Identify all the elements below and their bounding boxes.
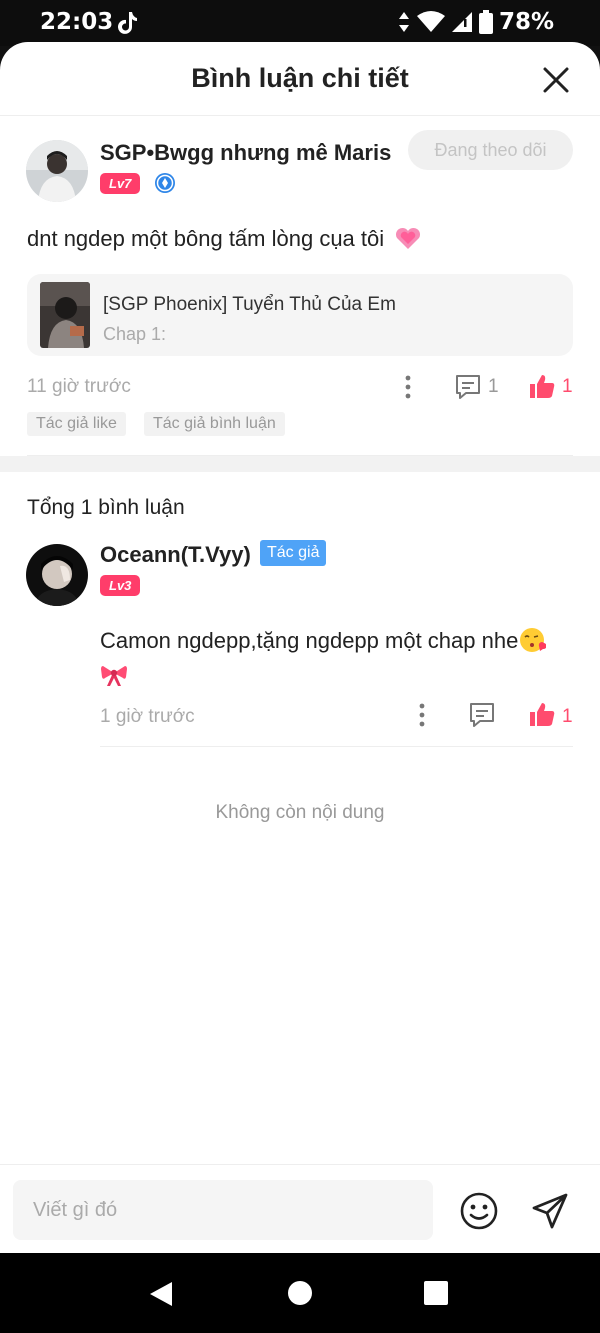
navigation-bar (0, 1253, 600, 1333)
level-badge: Lv7 (100, 173, 141, 194)
like-icon[interactable] (528, 700, 556, 728)
reply-username[interactable]: Oceann(T.Vyy) (100, 542, 251, 568)
recent-apps-icon[interactable] (424, 1281, 448, 1305)
main-comment: SGP•Bwgg nhưng mê Maris Lv7 Đang theo dõ… (0, 116, 600, 456)
comment-detail-sheet: Bình luận chi tiết SGP•Bwgg nhưng mê Mar… (0, 42, 600, 1253)
back-icon[interactable] (148, 1280, 174, 1308)
reply-text: Camon ngdepp,tặng ngdepp một chap nhe (100, 624, 580, 692)
avatar[interactable] (26, 544, 88, 606)
wifi-icon (416, 11, 445, 32)
divider (100, 746, 573, 747)
comment-username[interactable]: SGP•Bwgg nhưng mê Maris (100, 140, 391, 166)
page-title: Bình luận chi tiết (191, 63, 409, 93)
author-badge: Tác giả (260, 540, 327, 566)
sheet-header: Bình luận chi tiết (0, 42, 600, 116)
screen: 22:03 78% Bình luận chi tiết SGP•Bwgg nh… (0, 0, 600, 1333)
battery-percentage: 78% (498, 9, 554, 35)
status-time: 22:03 (40, 9, 114, 35)
level-badge: Lv3 (100, 575, 141, 596)
data-arrows-icon (398, 12, 409, 32)
author-like-tag: Tác giả like (27, 412, 126, 436)
divider (27, 455, 573, 456)
kiss-face-emoji-icon (520, 628, 547, 652)
total-comments-label: Tổng 1 bình luận (27, 496, 185, 519)
comment-time: 11 giờ trước (27, 376, 131, 397)
emoji-icon[interactable] (459, 1191, 499, 1231)
avatar[interactable] (26, 140, 88, 202)
reply-icon[interactable] (454, 373, 482, 401)
section-separator (0, 456, 600, 472)
reply-count: 1 (488, 376, 499, 397)
like-count: 1 (562, 706, 573, 727)
work-thumbnail (40, 282, 90, 348)
status-right: 78% (397, 9, 554, 35)
reply-time: 1 giờ trước (100, 706, 195, 727)
status-bar: 22:03 78% (0, 0, 600, 46)
growing-heart-emoji-icon (396, 227, 421, 249)
comment-text-content: dnt ngdep một bông tấm lòng cụa tôi (27, 226, 385, 251)
work-card[interactable]: [SGP Phoenix] Tuyển Thủ Của Em Chap 1: (27, 274, 573, 356)
work-chapter: Chap 1: (103, 324, 167, 344)
vip-diamond-icon (155, 173, 175, 193)
following-button[interactable]: Đang theo dõi (408, 130, 573, 170)
comment-input[interactable] (13, 1180, 433, 1240)
battery-icon (478, 10, 493, 34)
like-icon[interactable] (528, 372, 556, 400)
reply-text-content: Camon ngdepp,tặng ngdepp một chap nhe (100, 628, 519, 653)
work-title: [SGP Phoenix] Tuyển Thủ Của Em (103, 294, 396, 315)
comment-input-bar (0, 1164, 600, 1253)
more-options-icon[interactable] (418, 703, 426, 727)
replies-section: Tổng 1 bình luận Oceann(T.Vyy) Tác giả L… (0, 472, 600, 872)
signal-icon (451, 12, 472, 32)
author-comment-tag: Tác giả bình luận (144, 412, 285, 436)
home-icon[interactable] (288, 1281, 312, 1305)
ribbon-emoji-icon (101, 666, 127, 686)
no-more-content-label: Không còn nội dung (215, 802, 385, 823)
close-icon[interactable] (542, 66, 570, 94)
reply-icon[interactable] (468, 701, 496, 729)
like-count: 1 (562, 376, 573, 397)
comment-text: dnt ngdep một bông tấm lòng cụa tôi (27, 226, 422, 252)
tiktok-icon (118, 12, 137, 34)
send-icon[interactable] (530, 1191, 570, 1231)
more-options-icon[interactable] (404, 375, 412, 399)
